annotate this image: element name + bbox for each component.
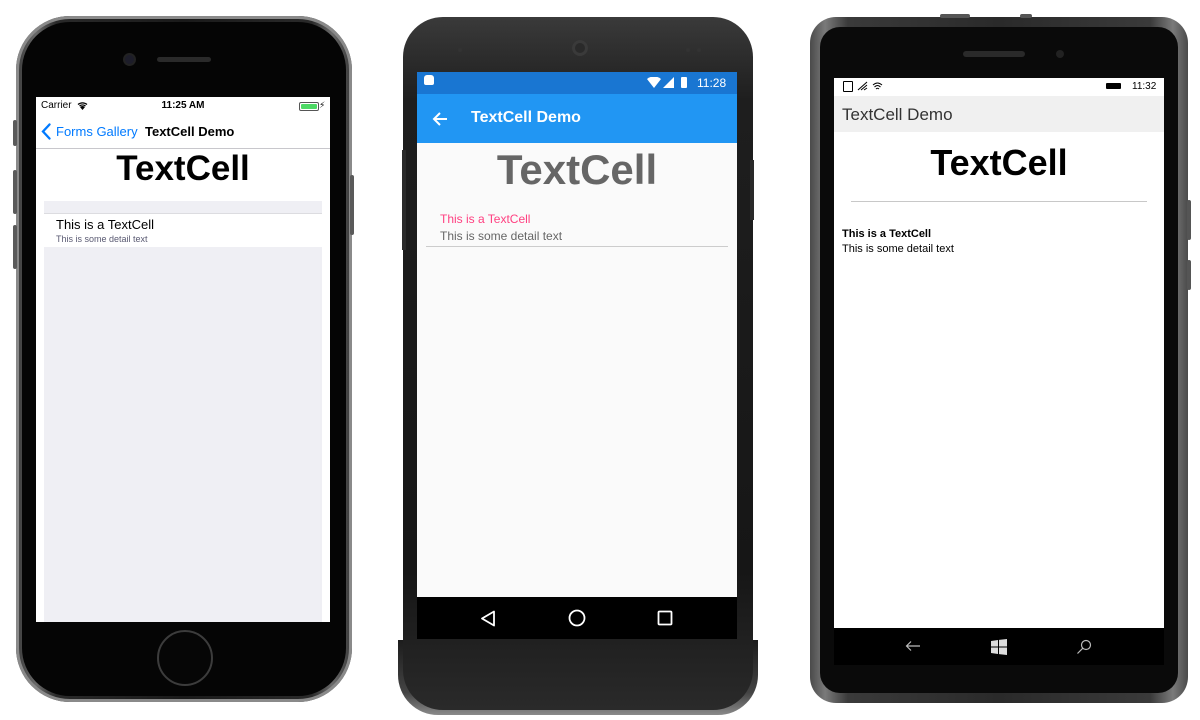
winphone-front-camera [1056, 50, 1064, 58]
android-status-bar: 11:28 [417, 72, 737, 94]
winphone-top-button [940, 14, 970, 18]
page-heading: TextCell [930, 142, 1068, 183]
ios-right-margin [322, 201, 330, 622]
heading-separator [851, 201, 1147, 202]
iphone-front-camera [125, 55, 134, 64]
iphone-volume-up-button [13, 170, 17, 214]
battery-icon [1106, 83, 1121, 89]
android-navigation-bar [417, 597, 737, 639]
battery-icon [681, 77, 687, 88]
text-cell[interactable]: This is a TextCell This is some detail t… [426, 210, 728, 247]
wifi-icon [872, 82, 883, 90]
iphone-mute-switch [13, 120, 17, 146]
ios-status-bar: Carrier 11:25 AM ⚡ [36, 97, 330, 115]
android-volume-button [402, 150, 406, 250]
cell-detail: This is some detail text [440, 229, 563, 243]
page-heading: TextCell [116, 149, 250, 188]
signal-icon [663, 77, 674, 88]
android-screen: 11:28 TextCell Demo TextCell This is a T… [417, 72, 737, 639]
cell-text: This is a TextCell [56, 217, 155, 232]
cell-detail: This is some detail text [56, 234, 148, 244]
charging-icon: ⚡ [319, 100, 326, 110]
ios-clock: 11:25 AM [161, 100, 205, 111]
windows-logo-icon[interactable] [991, 639, 1007, 655]
iphone-volume-down-button [13, 225, 17, 269]
android-sensor [458, 48, 462, 52]
search-icon[interactable] [1076, 639, 1092, 655]
text-cell[interactable]: This is a TextCell This is some detail t… [44, 214, 322, 247]
winphone-side-button-2 [1187, 260, 1191, 290]
home-circle-icon[interactable] [568, 609, 586, 627]
iphone-power-button [350, 175, 354, 235]
cell-text: This is a TextCell [440, 212, 531, 226]
winphone-side-button [1187, 200, 1191, 240]
android-app-title: TextCell Demo [471, 109, 581, 126]
android-clock: 11:28 [697, 76, 727, 90]
cell-detail: This is some detail text [842, 243, 954, 255]
back-arrow-icon[interactable] [905, 640, 921, 652]
back-button[interactable]: Forms Gallery [56, 124, 138, 139]
ios-nav-title: TextCell Demo [145, 124, 235, 139]
winphone-speaker [963, 51, 1025, 57]
ios-screen: Carrier 11:25 AM ⚡ Forms Gallery TextCel… [36, 97, 330, 622]
winphone-notification-icon [843, 81, 853, 92]
back-triangle-icon[interactable] [480, 610, 496, 627]
text-cell[interactable]: This is a TextCell This is some detail t… [842, 226, 1156, 258]
chevron-left-icon[interactable] [41, 123, 51, 140]
winphone-title-bar: TextCell Demo [834, 96, 1164, 132]
wifi-icon [647, 77, 661, 88]
ios-navigation-bar: Forms Gallery TextCell Demo [36, 115, 330, 149]
winphone-top-button-2 [1020, 14, 1032, 18]
winphone-navigation-bar [834, 628, 1164, 665]
winphone-page-title: TextCell Demo [842, 105, 953, 124]
cell-text: This is a TextCell [842, 228, 932, 240]
android-app-bar: TextCell Demo [417, 94, 737, 143]
winphone-screen: 11:32 TextCell Demo TextCell This is a T… [834, 78, 1164, 628]
android-notification-icon [424, 75, 434, 85]
winphone-clock: 11:32 [1132, 81, 1157, 92]
android-sensor-3 [697, 48, 701, 52]
recent-apps-icon[interactable] [657, 610, 673, 626]
ios-section-header [44, 201, 322, 214]
winphone-status-bar: 11:32 [834, 78, 1164, 96]
signal-icon [857, 81, 868, 91]
android-front-camera [572, 40, 588, 56]
android-power-button [750, 160, 754, 220]
arrow-back-icon[interactable] [432, 111, 448, 127]
android-sensor-2 [686, 48, 690, 52]
page-heading: TextCell [496, 146, 658, 193]
iphone-home-button[interactable] [157, 630, 213, 686]
iphone-speaker [157, 57, 211, 62]
battery-icon [299, 102, 319, 111]
ios-left-margin [36, 201, 44, 622]
